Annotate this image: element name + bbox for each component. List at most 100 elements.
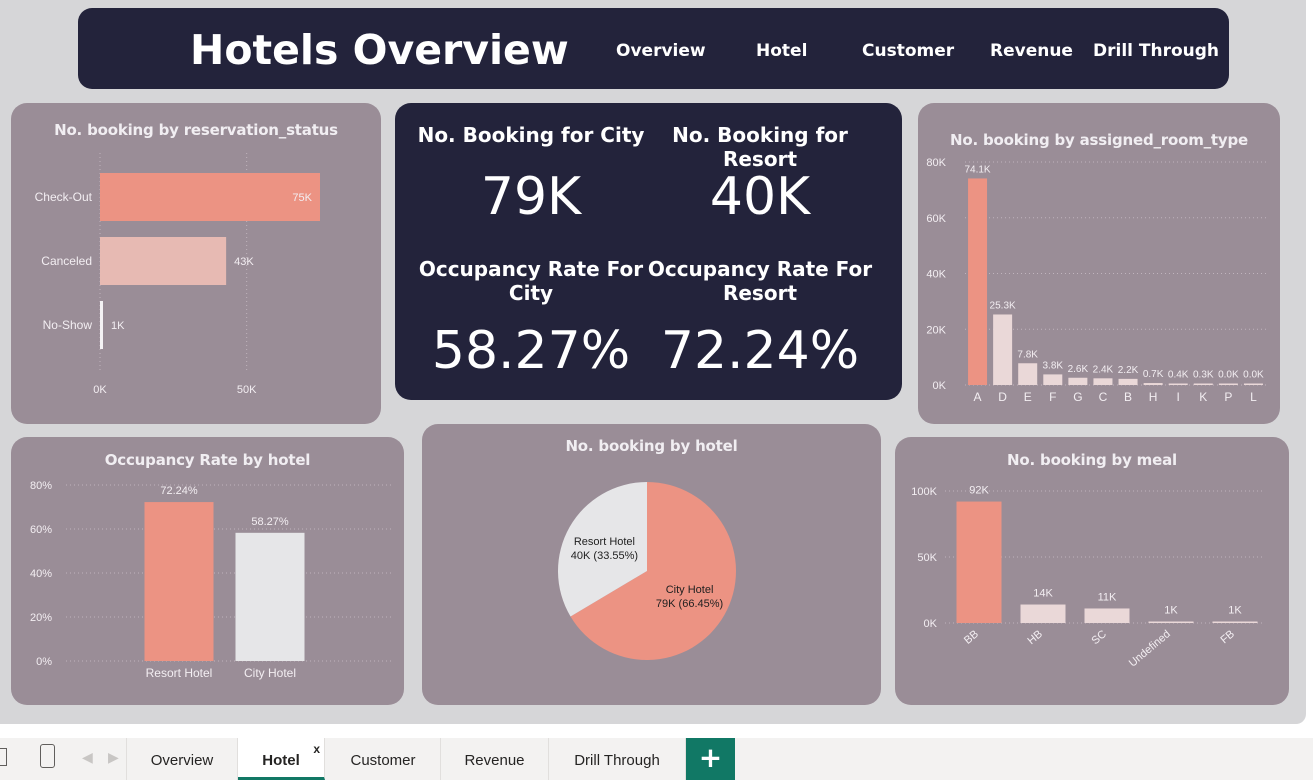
category-label: F — [1049, 390, 1056, 404]
nav-hotel[interactable]: Hotel — [756, 41, 807, 61]
category-label: Resort Hotel — [146, 666, 213, 680]
bar — [1148, 621, 1194, 623]
meal-chart: 0K 50K 100K 92K BB 14K HB 11K SC 1K Undefined 1K FB — [911, 485, 1265, 670]
bar — [1143, 383, 1163, 385]
slice-data-label: 79K (66.45%) — [656, 598, 723, 610]
category-label: L — [1250, 390, 1257, 404]
reservation-status-chart: 0K 50K Check-Out 75K Canceled 43K No-Show 1K — [35, 153, 320, 396]
close-icon[interactable]: x — [313, 726, 320, 772]
nav-revenue[interactable]: Revenue — [990, 41, 1073, 61]
card-room-type: No. booking by assigned_room_type 0K 20K 4… — [918, 103, 1280, 424]
y-tick-label: 50K — [917, 552, 937, 564]
kpi-city-occupancy-value: 58.27% — [431, 321, 631, 381]
tab-overview[interactable]: Overview — [127, 738, 238, 780]
bar — [1068, 377, 1088, 385]
bar — [993, 314, 1013, 385]
data-label: 0.4K — [1168, 370, 1189, 381]
category-label: Undefined — [1127, 628, 1173, 669]
category-label: SC — [1090, 628, 1109, 647]
bar — [1043, 374, 1063, 385]
category-label: A — [974, 390, 982, 404]
bar — [1168, 383, 1188, 385]
y-tick-label: 0K — [924, 618, 938, 630]
kpi-city-occupancy-label: Occupancy Rate For City — [418, 257, 644, 305]
page-title: Hotels Overview — [190, 26, 569, 74]
booking-hotel-pie: City Hotel 79K (66.45%) Resort Hotel 40K (3… — [558, 482, 736, 660]
bar — [956, 501, 1002, 623]
tab-label: Hotel — [262, 752, 300, 769]
desktop-view-icon[interactable] — [0, 748, 7, 766]
kpi-resort-occupancy-label: Occupancy Rate For Resort — [647, 257, 873, 305]
bar — [1093, 378, 1113, 385]
bar — [100, 237, 227, 285]
tab-customer[interactable]: Customer — [326, 738, 441, 780]
category-label: B — [1124, 390, 1132, 404]
category-label: City Hotel — [244, 666, 296, 680]
data-label: 92K — [969, 485, 989, 497]
tab-drill-through[interactable]: Drill Through — [549, 738, 686, 780]
bar — [1084, 608, 1130, 623]
category-label: K — [1199, 390, 1207, 404]
category-label: BB — [962, 628, 981, 647]
occupancy-chart: 0% 20% 40% 60% 80% 72.24% Resort Hotel 58.27% Ci… — [30, 480, 391, 680]
category-label: I — [1177, 390, 1180, 404]
bar — [1243, 383, 1263, 385]
bar — [1018, 363, 1038, 385]
chevron-left-icon[interactable]: ◀ — [82, 750, 93, 766]
bar — [1020, 604, 1066, 623]
y-tick-label: 0K — [933, 380, 947, 392]
category-label: C — [1099, 390, 1108, 404]
y-tick-label: 20K — [926, 324, 946, 336]
data-label: 74.1K — [964, 164, 990, 175]
tab-hotel[interactable]: Hotel x — [238, 738, 325, 780]
data-label: 25.3K — [990, 300, 1016, 311]
y-tick-label: 100K — [911, 486, 937, 498]
bar — [1218, 383, 1238, 385]
mobile-view-icon[interactable] — [40, 744, 55, 768]
card-occupancy-hotel: Occupancy Rate by hotel 0% 20% 40% 60% 80% 72… — [11, 437, 404, 705]
x-tick-label: 0K — [93, 384, 107, 396]
y-tick-label: 20% — [30, 612, 52, 624]
slice-data-label: 40K (33.55%) — [571, 550, 638, 562]
data-label: 3.8K — [1043, 360, 1064, 371]
data-label: 58.27% — [251, 516, 289, 528]
bar — [100, 301, 103, 349]
kpi-resort-bookings-value: 40K — [709, 167, 811, 227]
data-label: 2.4K — [1093, 364, 1114, 375]
card-meal: No. booking by meal 0K 50K 100K 92K BB 14K HB 1… — [895, 437, 1289, 705]
bar — [100, 173, 320, 221]
kpi-city-bookings-label: No. Booking for City — [417, 123, 645, 147]
category-label: Canceled — [41, 254, 92, 268]
page-tab-bar: ◀ ▶ Overview Hotel x Customer Revenue Dr… — [0, 738, 1313, 780]
room-type-chart: 0K 20K 40K 60K 80K 74.1K A 25.3K D 7.8K E 3.8K F 2.6K… — [926, 157, 1266, 404]
data-label: 72.24% — [160, 485, 198, 497]
slice-category-label: City Hotel — [666, 584, 714, 596]
data-label: 7.8K — [1017, 349, 1038, 360]
y-tick-label: 80K — [926, 157, 946, 169]
bar — [144, 502, 214, 661]
y-tick-label: 0% — [36, 656, 52, 668]
category-label: H — [1149, 390, 1158, 404]
nav-customer[interactable]: Customer — [862, 41, 954, 61]
bar — [1193, 383, 1213, 385]
report-canvas: Hotels Overview Overview Hotel Customer … — [0, 0, 1306, 724]
add-page-button[interactable]: + — [686, 738, 735, 780]
nav-overview[interactable]: Overview — [616, 41, 706, 61]
category-label: P — [1224, 390, 1232, 404]
nav-drill-through[interactable]: Drill Through — [1093, 41, 1219, 61]
data-label: 75K — [292, 192, 312, 204]
card-booking-hotel: No. booking by hotel City Hotel 79K (66.4… — [422, 424, 881, 705]
chevron-right-icon[interactable]: ▶ — [108, 750, 119, 766]
data-label: 14K — [1033, 588, 1053, 600]
data-label: 43K — [234, 256, 254, 268]
kpi-resort-bookings-label: No. Booking for Resort — [672, 123, 848, 171]
category-label: G — [1073, 390, 1082, 404]
data-label: 0.7K — [1143, 369, 1164, 380]
bar — [968, 178, 988, 385]
tab-revenue[interactable]: Revenue — [441, 738, 549, 780]
bar — [235, 532, 305, 661]
data-label: 1K — [111, 320, 125, 332]
kpi-resort-occupancy-value: 72.24% — [660, 321, 860, 381]
data-label: 1K — [1164, 605, 1178, 617]
data-label: 0.3K — [1193, 370, 1214, 381]
